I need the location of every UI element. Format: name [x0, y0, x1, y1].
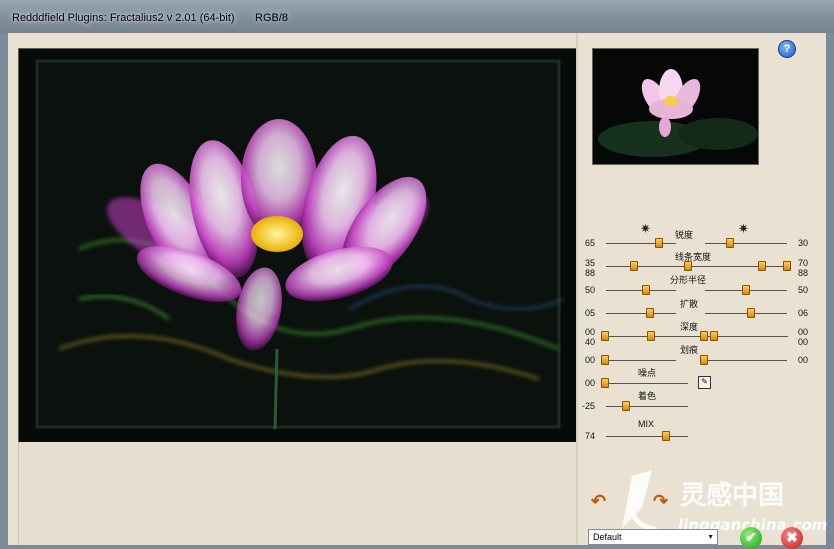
slider-value: 40	[585, 337, 596, 347]
slider-track[interactable]	[606, 336, 788, 337]
fractal-lotus-image	[19, 49, 576, 443]
slider-value: 88	[798, 268, 809, 278]
slider-track[interactable]	[606, 406, 688, 407]
window-titlebar: Redddfield Plugins: Fractalius2 v 2.01 (…	[0, 0, 834, 33]
slider-value: 70	[798, 258, 809, 268]
slider-track[interactable]	[705, 243, 787, 244]
slider-label-mix: MIX	[638, 419, 655, 429]
slider-thumb[interactable]	[601, 378, 609, 388]
slider-thumb[interactable]	[655, 238, 663, 248]
star-icon: ✷	[640, 221, 651, 236]
slider-track[interactable]	[606, 313, 676, 314]
slider-value: 30	[798, 238, 809, 248]
slider-thumb[interactable]	[700, 355, 708, 365]
help-icon: ?	[783, 43, 791, 55]
slider-track[interactable]	[606, 243, 676, 244]
slider-thumb[interactable]	[601, 331, 609, 341]
preset-value: Default	[593, 532, 622, 542]
slider-label-diffusion: 扩散	[680, 299, 699, 309]
slider-label-fractal-radius: 分形半径	[670, 275, 707, 285]
slider-label-noise: 噪点	[638, 368, 657, 378]
slider-track[interactable]	[606, 360, 676, 361]
panel-divider	[576, 33, 578, 545]
slider-thumb[interactable]	[622, 401, 630, 411]
pencil-icon[interactable]: ✎	[698, 376, 711, 389]
slider-value: 74	[585, 431, 596, 441]
slider-thumb[interactable]	[684, 261, 692, 271]
slider-label-depth: 深度	[680, 322, 699, 332]
slider-track[interactable]	[705, 313, 787, 314]
slider-value: 88	[585, 268, 596, 278]
slider-track[interactable]	[606, 436, 688, 437]
preset-dropdown[interactable]: Default ▼	[588, 529, 718, 545]
slider-value: 00	[798, 355, 809, 365]
slider-value: 50	[798, 285, 809, 295]
lotus-thumbnail-image	[593, 49, 758, 164]
slider-label-scratches: 划痕	[680, 345, 699, 355]
slider-value: 00	[798, 337, 809, 347]
slider-value: -25	[582, 401, 596, 411]
slider-value: 00	[585, 327, 596, 337]
slider-label-sharpness: 锐度	[675, 230, 694, 240]
slider-thumb[interactable]	[783, 261, 791, 271]
slider-thumb[interactable]	[747, 308, 755, 318]
slider-label-tint: 着色	[638, 391, 657, 401]
redo-arrow-icon[interactable]: ↷	[653, 491, 668, 512]
slider-thumb[interactable]	[647, 331, 655, 341]
slider-thumb[interactable]	[726, 238, 734, 248]
slider-thumb[interactable]	[642, 285, 650, 295]
slider-label-line-width: 线条宽度	[675, 252, 712, 262]
star-icon: ✷	[738, 221, 749, 236]
chevron-down-icon: ▼	[707, 534, 714, 541]
ok-button[interactable]: ✔	[740, 527, 762, 549]
slider-track[interactable]	[606, 383, 688, 384]
close-icon: ✖	[786, 529, 798, 545]
slider-value: 00	[798, 327, 809, 337]
slider-thumb[interactable]	[662, 431, 670, 441]
slider-thumb[interactable]	[630, 261, 638, 271]
help-button[interactable]: ?	[778, 40, 796, 58]
undo-arrow-icon[interactable]: ↶	[591, 491, 606, 512]
checkmark-icon: ✔	[745, 529, 757, 545]
slider-thumb[interactable]	[758, 261, 766, 271]
cancel-button[interactable]: ✖	[781, 527, 803, 549]
slider-track[interactable]	[705, 360, 787, 361]
slider-value: 35	[585, 258, 596, 268]
navigator-thumbnail[interactable]	[592, 48, 759, 165]
slider-value: 00	[585, 378, 596, 388]
slider-thumb[interactable]	[601, 355, 609, 365]
slider-value: 06	[798, 308, 809, 318]
slider-value: 00	[585, 355, 596, 365]
slider-thumb[interactable]	[700, 331, 708, 341]
slider-value: 05	[585, 308, 596, 318]
status-area	[18, 442, 576, 545]
slider-thumb[interactable]	[742, 285, 750, 295]
slider-value: 65	[585, 238, 596, 248]
color-mode-label: RGB/8	[255, 12, 289, 24]
main-preview[interactable]	[18, 48, 577, 444]
slider-track[interactable]	[606, 290, 676, 291]
slider-thumb[interactable]	[646, 308, 654, 318]
window-title: Redddfield Plugins: Fractalius2 v 2.01 (…	[12, 12, 235, 24]
slider-value: 50	[585, 285, 596, 295]
slider-thumb[interactable]	[710, 331, 718, 341]
